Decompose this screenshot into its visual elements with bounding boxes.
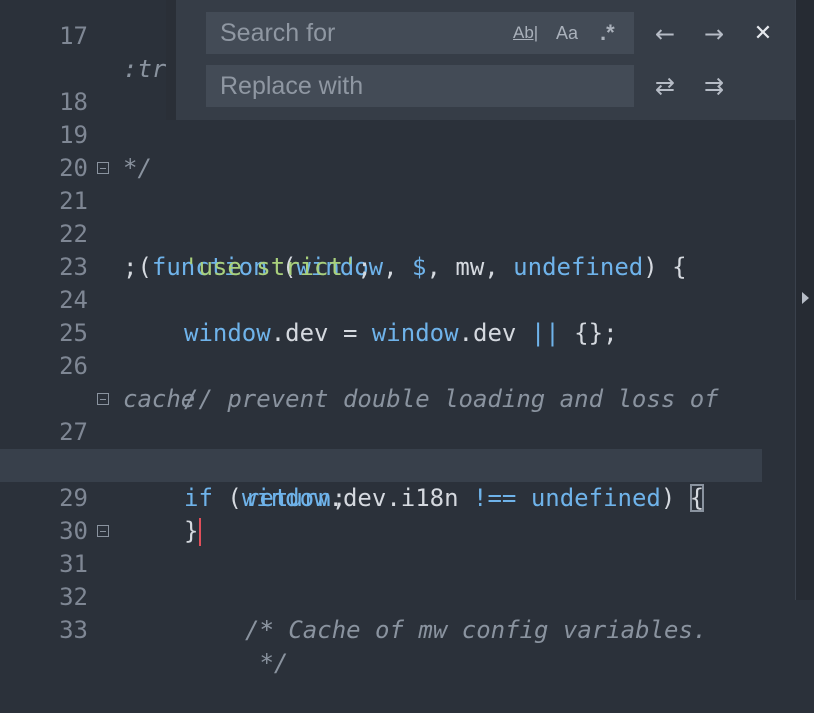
search-input[interactable] bbox=[220, 12, 510, 54]
fold-toggle-icon[interactable] bbox=[97, 162, 109, 174]
match-case-toggle-icon[interactable]: Aa bbox=[556, 12, 578, 54]
code-line-30: 30 bbox=[0, 482, 795, 545]
replace-field[interactable] bbox=[206, 65, 634, 107]
regex-toggle-icon[interactable]: .* bbox=[600, 12, 615, 54]
code-line-33: 33 */ bbox=[0, 581, 795, 677]
find-previous-button[interactable]: ← bbox=[648, 17, 682, 51]
chevron-right-icon[interactable] bbox=[802, 292, 809, 304]
find-next-button[interactable]: → bbox=[697, 17, 731, 51]
code-line-32: 32 * Cache of mw config variables. bbox=[0, 548, 795, 644]
code-line-28: 28 return; bbox=[0, 416, 795, 512]
code-line-20: 20 bbox=[0, 119, 795, 182]
code-line-26: 26 // prevent double loading and loss of bbox=[0, 317, 795, 413]
code-text: */ bbox=[245, 649, 289, 677]
code-line-22: 22 'use strict'; bbox=[0, 185, 795, 281]
close-icon[interactable]: ✕ bbox=[746, 17, 780, 51]
replace-one-button[interactable]: ⇄ bbox=[648, 69, 682, 103]
vertical-scrollbar[interactable] bbox=[795, 0, 814, 600]
code-line-27: 27 if (window.dev.i18n !== undefined) { bbox=[0, 383, 795, 512]
code-line-25: 25 bbox=[0, 284, 795, 347]
search-field[interactable]: Ab| Aa .* bbox=[206, 12, 634, 54]
replace-all-button[interactable]: ⇉ bbox=[697, 69, 731, 103]
code-line-29-current: 29 } bbox=[0, 449, 762, 546]
code-line-23: 23 bbox=[0, 218, 795, 281]
code-line-31: 31 /* bbox=[0, 515, 795, 644]
fold-toggle-icon[interactable] bbox=[97, 393, 109, 405]
line-number: 33 bbox=[59, 616, 88, 644]
code-line-24: 24 window.dev = window.dev || {}; bbox=[0, 251, 795, 347]
code-line-21: 21 ;(function (window, $, mw, undefined)… bbox=[0, 152, 795, 281]
find-replace-panel: Ab| Aa .* ← → ✕ ⇄ ⇉ bbox=[166, 0, 795, 120]
whole-word-toggle-icon[interactable]: Ab| bbox=[513, 12, 538, 54]
replace-input[interactable] bbox=[220, 65, 510, 107]
code-line-wrap: cache bbox=[0, 350, 795, 413]
fold-toggle-icon[interactable] bbox=[97, 525, 109, 537]
code-text: * Cache of mw config variables. bbox=[245, 616, 708, 644]
